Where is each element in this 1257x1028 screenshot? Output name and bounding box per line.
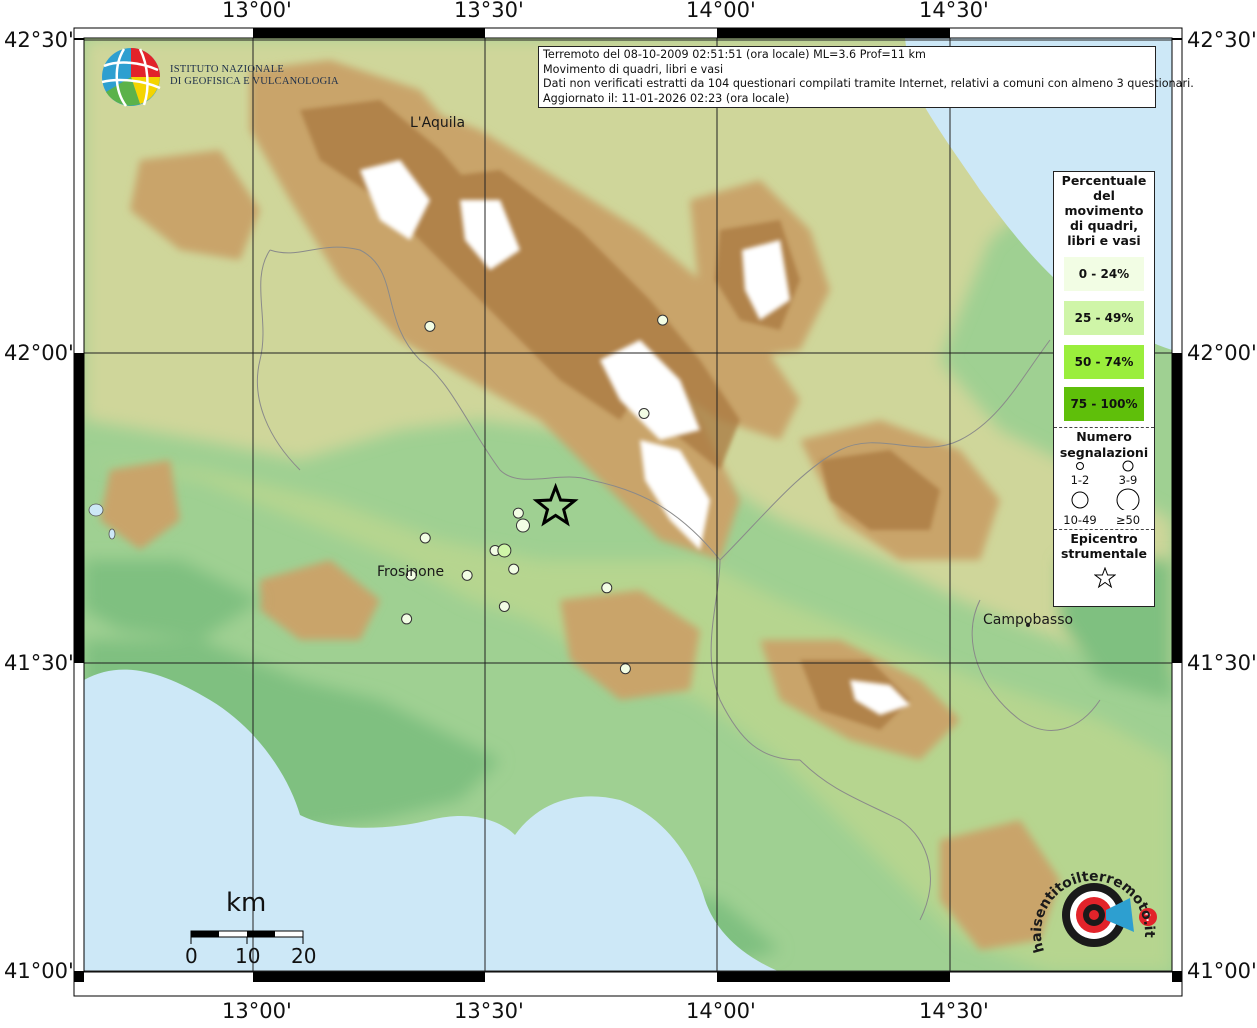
legend-swatch-75-100: 75 - 100%	[1064, 387, 1144, 421]
ingv-logo-text: ISTITUTO NAZIONALE DI GEOFISICA E VULCAN…	[170, 64, 339, 88]
lon-label-bottom: 13°00'	[222, 999, 292, 1023]
legend-panel: Percentuale del movimento di quadri, lib…	[1053, 171, 1155, 607]
lon-label-top: 13°30'	[454, 0, 524, 22]
lon-label-top: 14°00'	[686, 0, 756, 22]
legend-title: Percentuale del movimento di quadri, lib…	[1054, 173, 1154, 248]
event-title: Terremoto del 08-10-2009 02:51:51 (ora l…	[543, 48, 926, 61]
lat-label-right: 41°00'	[1187, 959, 1257, 983]
legend-swatch-label: 25 - 49%	[1074, 311, 1134, 325]
legend-swatch-label: 50 - 74%	[1074, 355, 1134, 369]
intensity-map: ? haisentitoilterremoto.it ISTITUTO NAZI…	[0, 0, 1257, 1024]
terrain-layer	[84, 38, 1172, 972]
legend-count-label: ≥50	[1115, 513, 1141, 527]
lon-label-top: 14°30'	[919, 0, 989, 22]
lake	[88, 503, 104, 517]
legend-count-title: Numero	[1076, 429, 1132, 444]
event-updated: Aggiornato il: 11-01-2026 02:23 (ora loc…	[543, 92, 790, 106]
event-data-note: Dati non verificati estratti da 104 ques…	[543, 77, 1194, 91]
lon-label-top: 13°00'	[222, 0, 292, 22]
lat-label-right: 42°30'	[1187, 28, 1257, 52]
event-info-box: Terremoto del 08-10-2009 02:51:51 (ora l…	[538, 46, 1194, 108]
event-parameter: Movimento di quadri, libri e vasi	[543, 62, 724, 76]
observation-point	[461, 569, 473, 581]
legend-swatch-25-49: 25 - 49%	[1064, 301, 1144, 335]
observation-point	[424, 320, 436, 332]
lat-label-right: 41°30'	[1187, 651, 1257, 675]
observation-point	[497, 543, 512, 558]
legend-count-label: 3-9	[1118, 473, 1138, 487]
star-icon	[1094, 567, 1116, 589]
scale-tick-label: 0	[185, 944, 198, 968]
city-label-laquila: L'Aquila	[410, 115, 466, 131]
legend-title-line: libri e vasi	[1067, 233, 1141, 248]
legend-title-line: movimento	[1064, 203, 1144, 218]
observation-point	[601, 582, 613, 594]
scale-tick-label: 20	[291, 944, 317, 968]
ingv-line-1: ISTITUTO NAZIONALE	[170, 64, 284, 75]
lon-label-bottom: 13°30'	[454, 999, 524, 1023]
ingv-globe-icon	[101, 48, 161, 107]
legend-count-label: 10-49	[1063, 513, 1097, 527]
scale-tick-label: 10	[235, 944, 261, 968]
observation-point	[401, 613, 413, 625]
scale-unit: km	[226, 888, 267, 918]
city-label-campobasso: Campobasso	[983, 612, 1074, 628]
legend-title-line: Percentuale	[1061, 173, 1147, 188]
lake	[108, 528, 116, 540]
city-label-frosinone: Frosinone	[377, 564, 445, 580]
observation-point	[515, 518, 530, 533]
observation-point	[508, 563, 520, 575]
legend-divider	[1054, 529, 1154, 530]
legend-swatch-0-24: 0 - 24%	[1064, 257, 1144, 291]
legend-title-line: di quadri,	[1069, 218, 1138, 233]
observation-point	[419, 532, 431, 544]
lat-label-left: 41°00'	[4, 959, 74, 983]
observation-point	[619, 663, 631, 675]
lat-label-left: 42°30'	[4, 28, 74, 52]
legend-epicenter-title: strumentale	[1060, 546, 1148, 561]
legend-title-line: del	[1093, 188, 1115, 203]
lat-label-left: 41°30'	[4, 651, 74, 675]
legend-count-label: 1-2	[1070, 473, 1090, 487]
legend-swatch-label: 75 - 100%	[1070, 397, 1138, 411]
legend-swatch-50-74: 50 - 74%	[1064, 345, 1144, 379]
lon-label-bottom: 14°30'	[919, 999, 989, 1023]
legend-divider	[1054, 427, 1154, 428]
observation-point	[638, 408, 650, 419]
legend-epicenter-title: Epicentro	[1070, 531, 1138, 546]
lat-label-right: 42°00'	[1187, 341, 1257, 365]
lat-label-left: 42°00'	[4, 341, 74, 365]
ingv-line-2: DI GEOFISICA E VULCANOLOGIA	[170, 76, 339, 87]
observation-point	[657, 314, 669, 326]
lon-label-bottom: 14°00'	[686, 999, 756, 1023]
legend-swatch-label: 0 - 24%	[1078, 267, 1130, 281]
observation-point	[498, 600, 510, 612]
observation-point	[512, 507, 524, 519]
